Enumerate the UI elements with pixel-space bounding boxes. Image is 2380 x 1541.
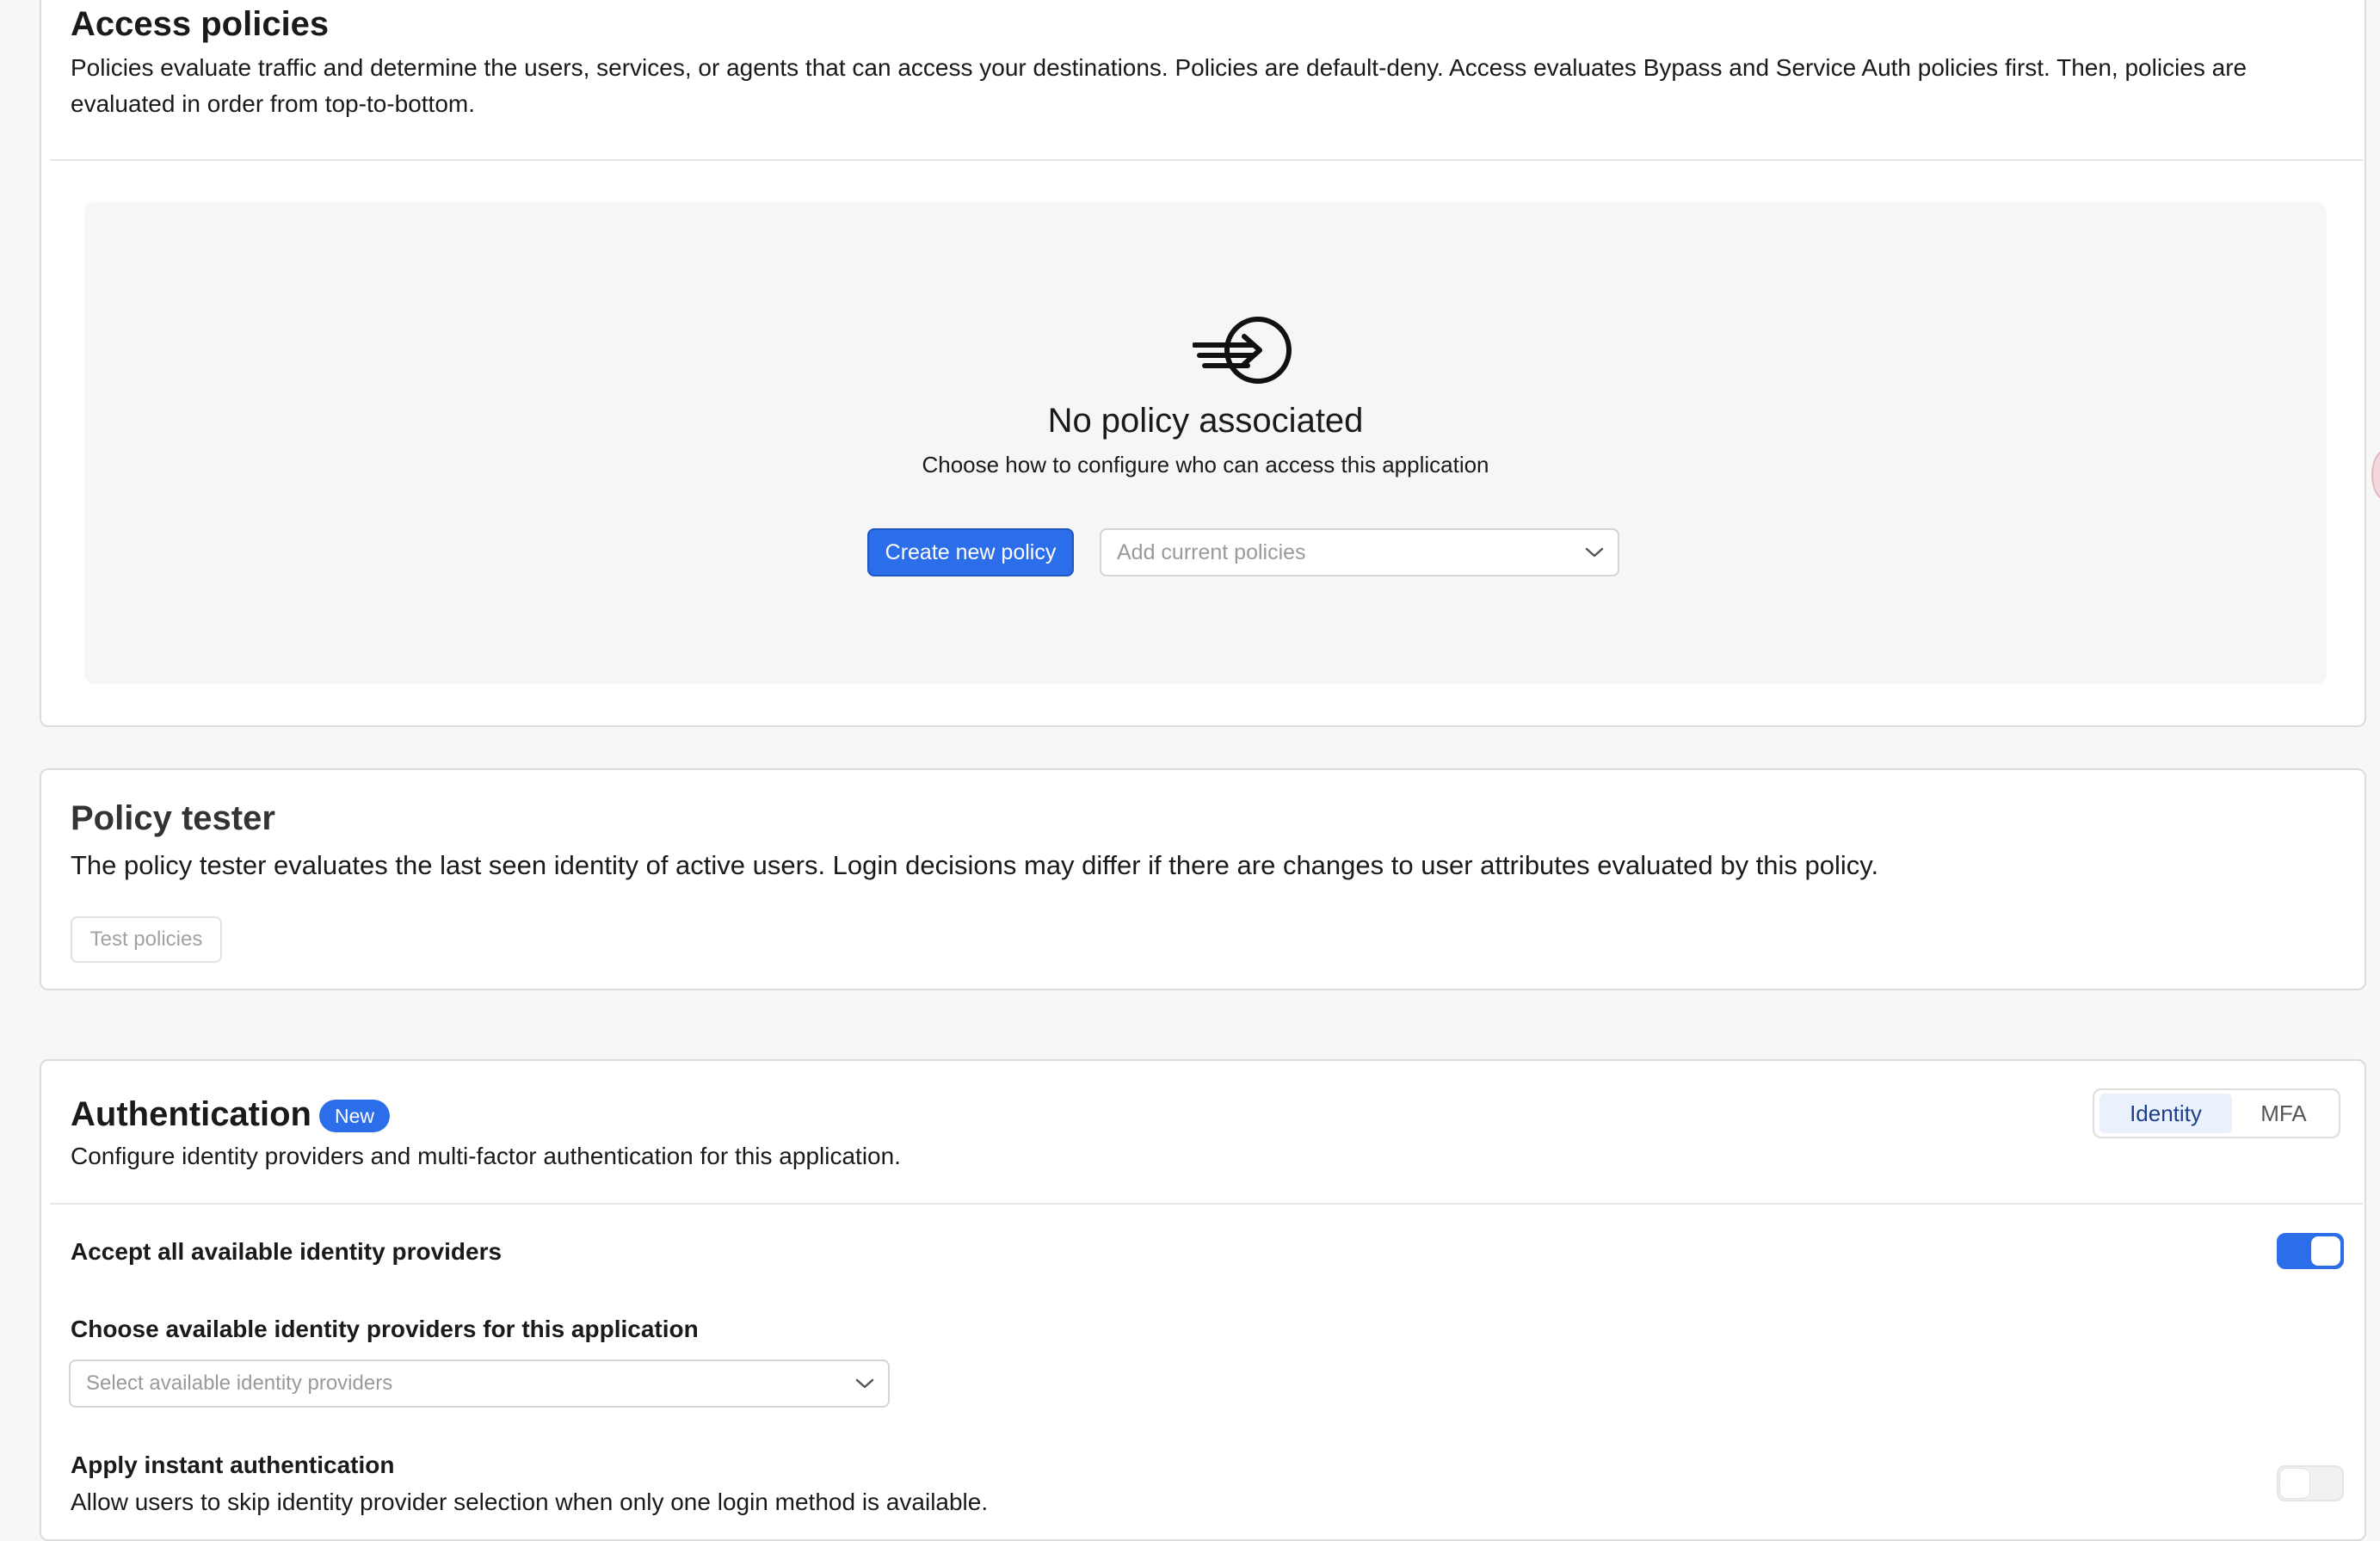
sign-in-icon (1193, 317, 1292, 384)
add-current-policies-select[interactable]: Add current policies (1100, 528, 1619, 576)
toggle-knob (2311, 1236, 2340, 1266)
auth-mode-tabs: Identity MFA (2093, 1088, 2340, 1138)
instant-auth-toggle[interactable] (2277, 1465, 2344, 1501)
access-policies-description: Policies evaluate traffic and determine … (71, 54, 2247, 117)
choose-idp-label: Choose available identity providers for … (71, 1316, 699, 1342)
idp-select-placeholder: Select available identity providers (86, 1371, 393, 1395)
access-policies-title: Access policies (71, 5, 330, 43)
policy-tester-title: Policy tester (71, 799, 275, 837)
test-policies-button[interactable]: Test policies (71, 916, 222, 963)
create-policy-button[interactable]: Create new policy (867, 528, 1074, 576)
chevron-down-icon (855, 1378, 874, 1389)
toggle-knob (2280, 1469, 2309, 1498)
idp-select[interactable]: Select available identity providers (69, 1359, 890, 1408)
accept-all-idp-toggle[interactable] (2277, 1233, 2344, 1269)
floating-help-button[interactable] (2371, 449, 2380, 501)
accept-all-idp-label: Accept all available identity providers (71, 1238, 503, 1265)
new-badge: New (319, 1100, 391, 1132)
policies-empty-state: No policy associated Choose how to confi… (84, 202, 2327, 684)
instant-auth-description: Allow users to skip identity provider se… (71, 1489, 989, 1515)
divider (50, 1203, 2363, 1205)
authentication-card: Authentication New Configure identity pr… (40, 1059, 2366, 1541)
chevron-down-icon (1585, 547, 1604, 558)
policy-tester-description: The policy tester evaluates the last see… (71, 850, 1879, 880)
instant-auth-label: Apply instant authentication (71, 1452, 395, 1478)
tab-mfa[interactable]: MFA (2234, 1094, 2334, 1133)
policy-tester-card: Policy tester The policy tester evaluate… (40, 768, 2366, 990)
authentication-title: Authentication (71, 1095, 311, 1133)
empty-state-title: No policy associated (1047, 402, 1364, 440)
authentication-description: Configure identity providers and multi-f… (71, 1143, 901, 1169)
access-policies-card: Access policies Policies evaluate traffi… (40, 0, 2366, 727)
empty-state-subtitle: Choose how to configure who can access t… (922, 452, 1489, 478)
add-current-policies-placeholder: Add current policies (1117, 540, 1306, 564)
tab-identity[interactable]: Identity (2099, 1094, 2232, 1133)
divider (50, 159, 2363, 161)
